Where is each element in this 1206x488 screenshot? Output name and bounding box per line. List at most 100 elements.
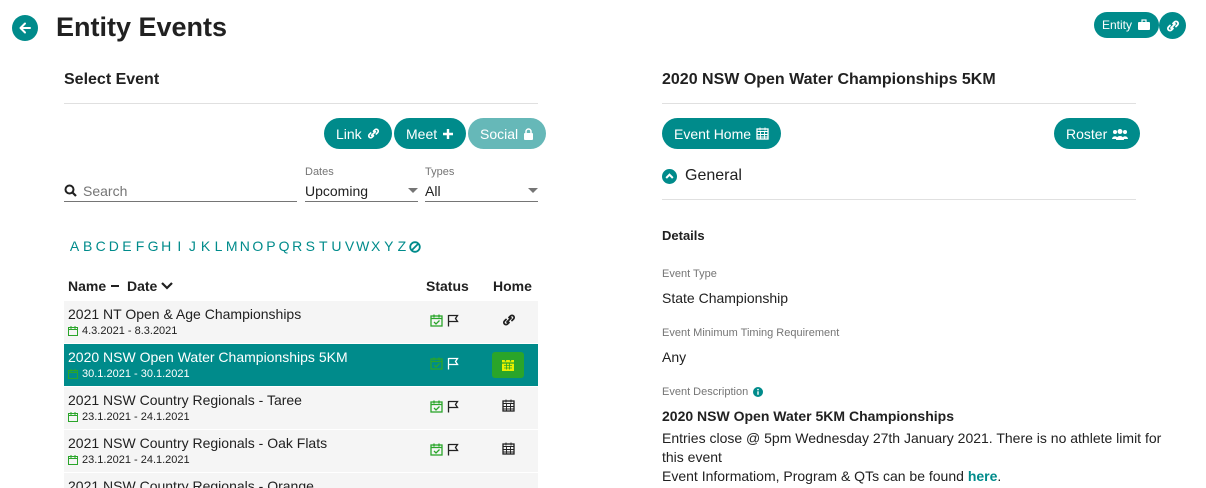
dates-label: Dates [305, 166, 334, 178]
letter-t[interactable]: T [317, 238, 330, 254]
status-column-header: Status [426, 278, 469, 294]
back-button[interactable] [12, 15, 38, 41]
table-row[interactable]: 2021 NSW Country Regionals - Taree 23.1.… [64, 387, 538, 429]
sort-date[interactable]: Date [127, 278, 174, 294]
minus-icon [111, 285, 120, 287]
divider [64, 103, 538, 104]
calendar-check-icon [430, 400, 443, 413]
search-icon [64, 184, 77, 197]
arrow-left-icon [19, 22, 31, 34]
letter-q[interactable]: Q [278, 238, 291, 254]
description-line-3: Event Informatiom, Program & QTs can be … [662, 468, 1002, 484]
table-row[interactable]: 2021 NT Open & Age Championships 4.3.202… [64, 301, 538, 343]
divider [662, 199, 1136, 200]
link-icon-button[interactable] [1159, 12, 1186, 39]
home-column-header: Home [493, 278, 532, 294]
description-title: 2020 NSW Open Water 5KM Championships [662, 408, 954, 424]
letter-r[interactable]: R [291, 238, 304, 254]
details-heading: Details [662, 228, 705, 243]
flag-icon [447, 443, 459, 456]
event-type-value: State Championship [662, 290, 789, 306]
sort-name[interactable]: Name [68, 278, 120, 294]
chevron-down-icon [161, 282, 174, 290]
plus-icon [443, 128, 454, 139]
letter-w[interactable]: W [356, 238, 369, 254]
dates-select[interactable]: Upcoming [305, 180, 418, 202]
description-line-1: Entries close @ 5pm Wednesday 27th Janua… [662, 430, 1162, 446]
alphabet-filter: A B C D E F G H I J K L M N O P Q R S T … [68, 238, 422, 254]
types-label: Types [425, 166, 455, 178]
calendar-icon [68, 412, 78, 422]
letter-f[interactable]: F [133, 238, 146, 254]
table-row[interactable]: 2021 NSW Country Regionals - Oak Flats 2… [64, 430, 538, 472]
calendar-icon [756, 127, 769, 140]
users-icon [1112, 128, 1129, 140]
letter-e[interactable]: E [120, 238, 133, 254]
calendar-check-icon [430, 357, 443, 370]
calendar-icon [68, 369, 78, 379]
event-type-label: Event Type [662, 268, 717, 280]
link-icon [367, 128, 379, 139]
caret-down-icon [528, 187, 538, 193]
letter-g[interactable]: G [147, 238, 160, 254]
flag-icon [447, 357, 459, 370]
chevron-up-circle-icon [662, 168, 677, 184]
timing-value: Any [662, 349, 687, 365]
calendar-icon [68, 455, 78, 465]
letter-c[interactable]: C [94, 238, 107, 254]
caret-down-icon [408, 187, 418, 193]
select-event-heading: Select Event [64, 71, 160, 88]
letter-b[interactable]: B [81, 238, 94, 254]
calendar-check-icon [430, 314, 443, 327]
table-header: Name Date Status Home [68, 278, 538, 296]
calendar-check-icon [430, 443, 443, 456]
letter-j[interactable]: J [186, 238, 199, 254]
page-title: Entity Events [56, 12, 228, 42]
letter-y[interactable]: Y [382, 238, 395, 254]
divider [662, 103, 1136, 104]
letter-v[interactable]: V [343, 238, 356, 254]
briefcase-icon [1138, 19, 1151, 30]
entity-button[interactable]: Entity [1094, 12, 1160, 38]
search-input[interactable]: Search [64, 180, 297, 202]
link-icon [1166, 20, 1179, 31]
link-button[interactable]: Link [324, 118, 392, 149]
lock-icon [524, 127, 534, 140]
general-section-toggle[interactable]: General [662, 167, 742, 185]
info-icon[interactable] [753, 387, 764, 397]
roster-button[interactable]: Roster [1054, 118, 1141, 149]
clear-filter-icon[interactable] [408, 238, 422, 254]
meet-button[interactable]: Meet [394, 118, 467, 149]
letter-h[interactable]: H [160, 238, 173, 254]
calendar-icon [68, 326, 78, 336]
event-title: 2020 NSW Open Water Championships 5KM [662, 71, 996, 88]
table-row-selected[interactable]: 2020 NSW Open Water Championships 5KM 30… [64, 344, 538, 386]
calendar-icon[interactable] [502, 442, 515, 455]
letter-a[interactable]: A [68, 238, 81, 254]
link-icon[interactable] [502, 313, 516, 327]
description-line-2: this event [662, 449, 722, 465]
letter-i[interactable]: I [173, 238, 186, 254]
home-calendar-icon[interactable] [492, 352, 524, 378]
types-select[interactable]: All [425, 180, 538, 202]
letter-u[interactable]: U [330, 238, 343, 254]
description-label-row: Event Description [662, 386, 764, 398]
table-row[interactable]: 2021 NSW Country Regionals - Orange [64, 473, 538, 488]
letter-n[interactable]: N [238, 238, 251, 254]
letter-p[interactable]: P [264, 238, 277, 254]
letter-z[interactable]: Z [395, 238, 408, 254]
flag-icon [447, 314, 459, 327]
calendar-icon[interactable] [502, 399, 515, 412]
letter-o[interactable]: O [251, 238, 264, 254]
letter-d[interactable]: D [107, 238, 120, 254]
event-home-button[interactable]: Event Home [662, 118, 782, 149]
flag-icon [447, 400, 459, 413]
letter-l[interactable]: L [212, 238, 225, 254]
social-button[interactable]: Social [468, 118, 547, 149]
here-link[interactable]: here [968, 468, 998, 484]
letter-m[interactable]: M [225, 238, 238, 254]
letter-k[interactable]: K [199, 238, 212, 254]
letter-s[interactable]: S [304, 238, 317, 254]
timing-label: Event Minimum Timing Requirement [662, 327, 840, 339]
letter-x[interactable]: X [369, 238, 382, 254]
